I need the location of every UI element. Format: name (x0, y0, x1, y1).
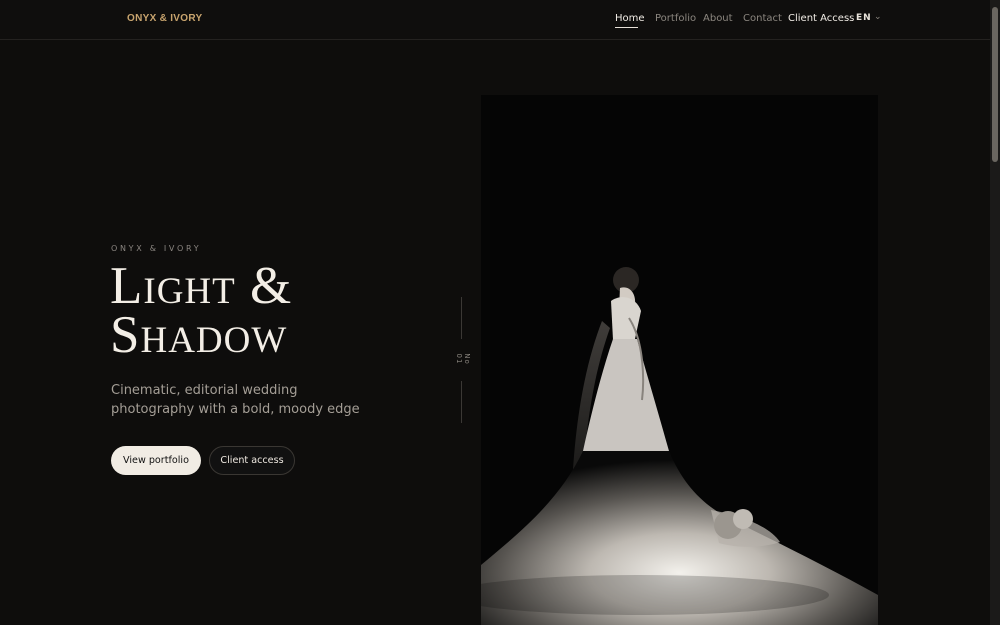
bride-photo-illustration (481, 95, 878, 625)
hero-eyebrow: ONYX & IVORY (111, 244, 202, 253)
nav-client-access[interactable]: Client Access (788, 13, 854, 24)
client-access-button[interactable]: Client access (209, 446, 295, 475)
hero-title-line-2: Shadow (110, 306, 288, 364)
side-divider-bottom (461, 381, 462, 423)
nav-home[interactable]: Home (615, 13, 645, 24)
scrollbar-thumb[interactable] (992, 7, 998, 162)
hero-photo (481, 95, 878, 625)
view-portfolio-button[interactable]: View portfolio (111, 446, 201, 475)
site-header: ONYX & IVORY Home Portfolio About Contac… (0, 0, 990, 40)
hero-subtitle: Cinematic, editorial wedding photography… (111, 383, 360, 417)
nav-home-underline (615, 27, 638, 28)
hero-title: Light & Shadow (110, 257, 470, 364)
nav-about[interactable]: About (703, 13, 733, 24)
hero-title-line-1: Light & (110, 257, 293, 315)
side-label: No 01 (455, 353, 471, 365)
language-selector[interactable]: EN (856, 13, 872, 23)
page-scrollbar[interactable] (990, 0, 1000, 625)
chevron-down-icon[interactable]: ⌄ (874, 12, 882, 22)
side-divider-top (461, 297, 462, 339)
nav-contact[interactable]: Contact (743, 13, 782, 24)
brand-logo[interactable]: ONYX & IVORY (127, 13, 202, 24)
nav-portfolio[interactable]: Portfolio (655, 13, 696, 24)
